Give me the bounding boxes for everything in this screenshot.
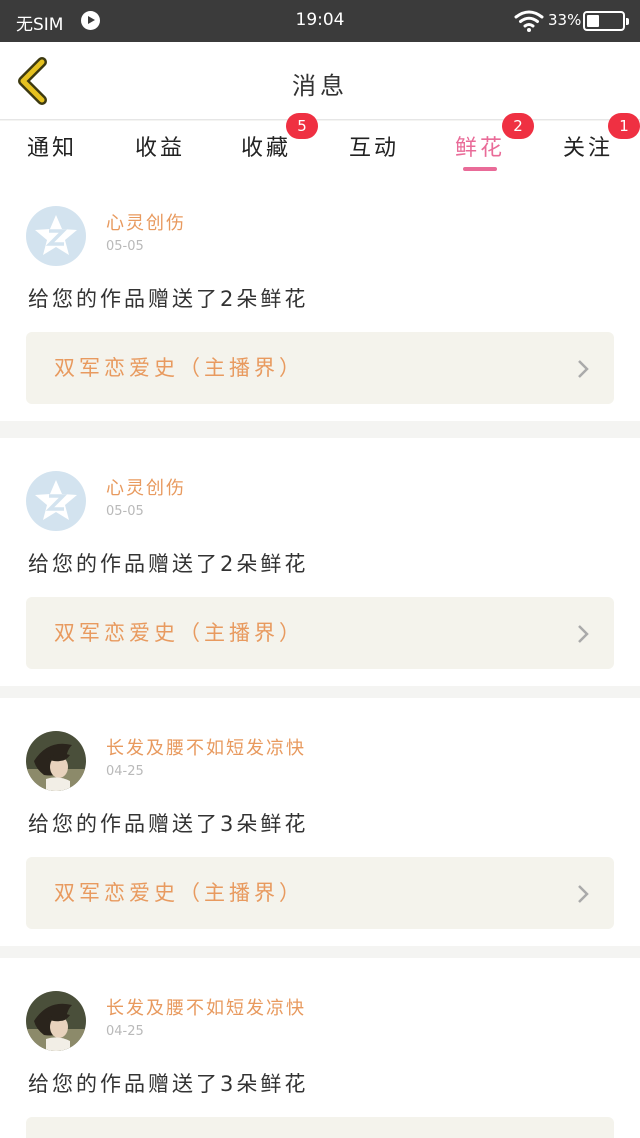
status-bar: 无SIM 19:04 33% xyxy=(0,0,640,42)
work-link[interactable]: 双军恋爱史（主播界） xyxy=(26,597,614,669)
sender-name[interactable]: 长发及腰不如短发凉快 xyxy=(106,994,306,1020)
unread-badge: 5 xyxy=(286,113,318,139)
message-text: 给您的作品赠送了3朵鲜花 xyxy=(28,812,309,836)
work-link[interactable]: 双军恋爱史（主播界） xyxy=(26,857,614,929)
avatar[interactable] xyxy=(26,991,86,1051)
tab-flowers[interactable]: 鲜花 2 xyxy=(430,113,534,173)
message-item: 长发及腰不如短发凉快 04-25 给您的作品赠送了3朵鲜花 xyxy=(0,958,640,1138)
sender-name[interactable]: 心灵创伤 xyxy=(106,209,186,235)
message-text: 给您的作品赠送了2朵鲜花 xyxy=(28,552,309,576)
work-link[interactable] xyxy=(26,1117,614,1138)
active-tab-indicator xyxy=(463,167,497,171)
message-date: 05-05 xyxy=(106,504,144,519)
header: 消息 xyxy=(0,42,640,120)
chevron-right-icon xyxy=(578,885,589,903)
tab-notifications[interactable]: 通知 xyxy=(2,121,102,173)
tab-favorites[interactable]: 收藏 5 xyxy=(216,113,318,173)
work-title: 双军恋爱史（主播界） xyxy=(54,621,304,645)
tab-bar: 通知 收益 收藏 5 互动 鲜花 2 关注 1 xyxy=(0,113,640,173)
message-date: 04-25 xyxy=(106,764,144,779)
unread-badge: 2 xyxy=(502,113,534,139)
sender-name[interactable]: 长发及腰不如短发凉快 xyxy=(106,734,306,760)
message-text: 给您的作品赠送了2朵鲜花 xyxy=(28,287,309,311)
chevron-right-icon xyxy=(578,625,589,643)
tab-interactions[interactable]: 互动 xyxy=(324,121,424,173)
wifi-icon xyxy=(514,10,544,32)
user-photo-avatar-icon xyxy=(26,991,86,1051)
avatar[interactable] xyxy=(26,731,86,791)
tab-earnings[interactable]: 收益 xyxy=(110,121,210,173)
battery-icon xyxy=(583,11,629,31)
work-link[interactable]: 双军恋爱史（主播界） xyxy=(26,332,614,404)
message-text: 给您的作品赠送了3朵鲜花 xyxy=(28,1072,309,1096)
avatar[interactable] xyxy=(26,206,86,266)
user-photo-avatar-icon xyxy=(26,731,86,791)
sender-name[interactable]: 心灵创伤 xyxy=(106,474,186,500)
work-title: 双军恋爱史（主播界） xyxy=(54,356,304,380)
message-item: 心灵创伤 05-05 给您的作品赠送了2朵鲜花 双军恋爱史（主播界） xyxy=(0,438,640,686)
message-item: 长发及腰不如短发凉快 04-25 给您的作品赠送了3朵鲜花 双军恋爱史（主播界） xyxy=(0,698,640,946)
unread-badge: 1 xyxy=(608,113,640,139)
clock: 19:04 xyxy=(295,10,345,30)
qq-default-avatar-icon xyxy=(26,471,86,531)
chevron-right-icon xyxy=(578,360,589,378)
message-date: 05-05 xyxy=(106,239,144,254)
tab-label: 互动 xyxy=(348,136,399,161)
qq-default-avatar-icon xyxy=(26,206,86,266)
message-date: 04-25 xyxy=(106,1024,144,1039)
tab-label: 收益 xyxy=(134,136,185,161)
avatar[interactable] xyxy=(26,471,86,531)
page-title: 消息 xyxy=(292,72,348,100)
battery-percent: 33% xyxy=(548,11,582,29)
tab-follows[interactable]: 关注 1 xyxy=(538,113,640,173)
message-item: 心灵创伤 05-05 给您的作品赠送了2朵鲜花 双军恋爱史（主播界） xyxy=(0,173,640,421)
tab-label: 通知 xyxy=(26,136,77,161)
work-title: 双军恋爱史（主播界） xyxy=(54,881,304,905)
